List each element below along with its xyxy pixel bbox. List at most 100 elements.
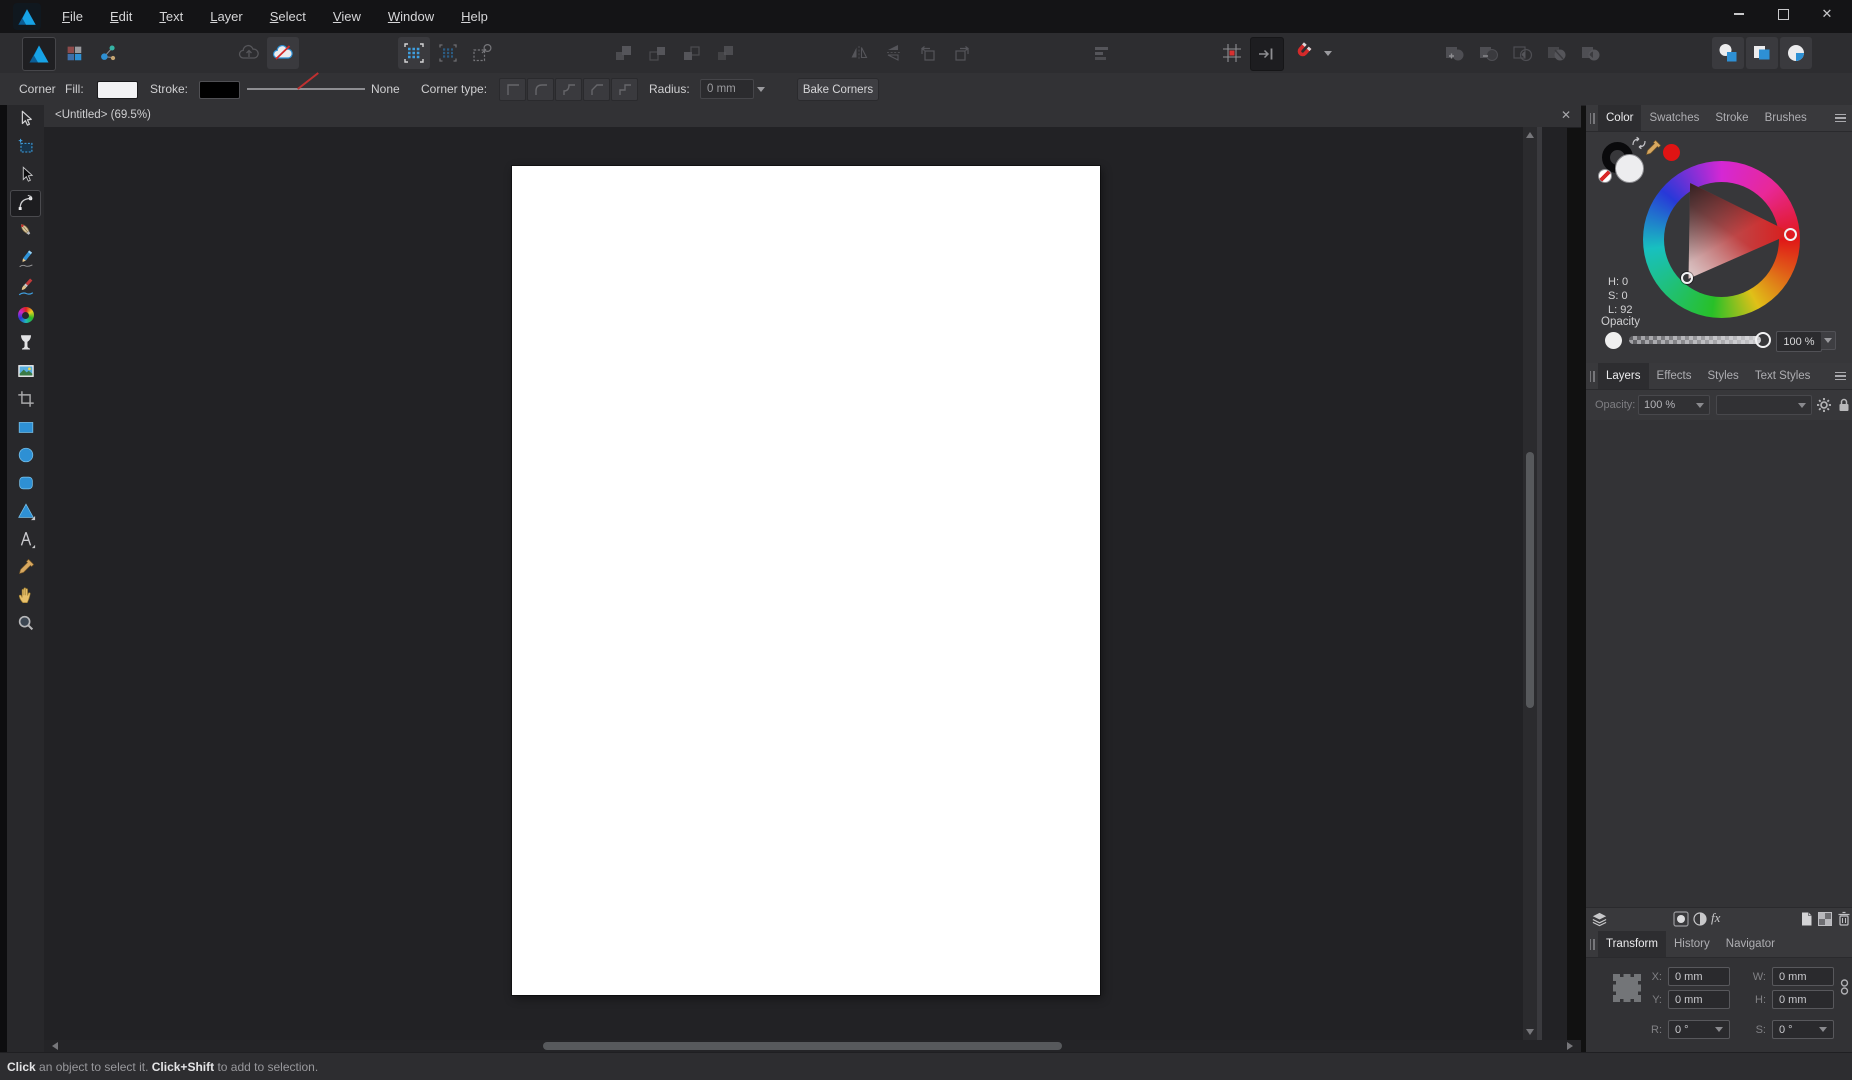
maximize-button[interactable] xyxy=(1772,4,1794,24)
corner-type-rounded-button[interactable] xyxy=(527,78,554,101)
w-input[interactable]: 0 mm xyxy=(1772,967,1834,986)
layers-list[interactable] xyxy=(1586,420,1852,907)
panel-drag-handle[interactable] xyxy=(1586,363,1598,389)
layers-stack-icon[interactable] xyxy=(1591,911,1608,928)
move-to-front-button[interactable] xyxy=(608,37,640,69)
scroll-right-icon[interactable] xyxy=(1567,1042,1573,1050)
radius-input[interactable]: 0 mm xyxy=(700,79,754,99)
transparency-tool[interactable] xyxy=(7,329,44,357)
corner-type-none-button[interactable] xyxy=(499,78,526,101)
bake-corners-button[interactable]: Bake Corners xyxy=(797,78,879,101)
scroll-left-icon[interactable] xyxy=(52,1042,58,1050)
h-input[interactable]: 0 mm xyxy=(1772,990,1834,1009)
color-picker-tool[interactable] xyxy=(7,553,44,581)
opacity-dropdown[interactable] xyxy=(1821,331,1836,350)
pencil-tool[interactable] xyxy=(7,245,44,273)
trash-icon[interactable] xyxy=(1837,911,1851,927)
scroll-up-icon[interactable] xyxy=(1526,132,1534,138)
panel-menu-icon[interactable] xyxy=(1828,105,1852,131)
color-marker[interactable] xyxy=(1681,272,1693,284)
transform-objects-separately-button[interactable] xyxy=(466,37,498,69)
artistic-text-tool[interactable] xyxy=(7,525,44,553)
panel-splitter[interactable] xyxy=(1537,127,1542,1040)
vector-crop-tool[interactable] xyxy=(7,385,44,413)
close-button[interactable]: ✕ xyxy=(1816,4,1838,24)
vertical-scroll-thumb[interactable] xyxy=(1526,452,1534,708)
pen-tool[interactable] xyxy=(7,217,44,245)
menu-layer[interactable]: Layer xyxy=(210,9,243,24)
rotate-counterclockwise-button[interactable] xyxy=(912,37,944,69)
tab-brushes[interactable]: Brushes xyxy=(1757,105,1815,131)
saturation-lightness-triangle[interactable] xyxy=(1688,182,1793,279)
no-color-swatch[interactable] xyxy=(1598,169,1612,183)
blend-mode-dropdown[interactable] xyxy=(1716,395,1812,415)
panel-menu-icon[interactable] xyxy=(1828,363,1852,389)
link-dimensions-icon[interactable] xyxy=(1840,978,1849,998)
artboard-tool[interactable] xyxy=(7,133,44,161)
rotate-clockwise-button[interactable] xyxy=(946,37,978,69)
alignment-button[interactable] xyxy=(1086,37,1118,69)
minimize-button[interactable] xyxy=(1728,4,1750,24)
menu-file[interactable]: File xyxy=(62,9,83,24)
fill-swatch[interactable] xyxy=(97,81,138,99)
vertical-scrollbar[interactable] xyxy=(1523,127,1537,1040)
panel-drag-handle[interactable] xyxy=(1586,931,1598,957)
boolean-add-button[interactable] xyxy=(1438,37,1470,69)
opacity-slider[interactable] xyxy=(1629,336,1761,344)
menu-edit[interactable]: Edit xyxy=(110,9,132,24)
tab-styles[interactable]: Styles xyxy=(1699,363,1746,389)
hue-marker[interactable] xyxy=(1784,228,1797,241)
hue-wheel[interactable] xyxy=(1643,161,1800,318)
corner-tool[interactable] xyxy=(7,189,44,217)
document-page[interactable] xyxy=(512,166,1100,995)
corner-type-cutout-button[interactable] xyxy=(611,78,638,101)
rectangle-tool[interactable] xyxy=(7,413,44,441)
export-persona-button[interactable] xyxy=(92,37,124,69)
view-tool[interactable] xyxy=(7,581,44,609)
ellipse-tool[interactable] xyxy=(7,441,44,469)
picked-color-swatch[interactable] xyxy=(1663,144,1680,161)
menu-window[interactable]: Window xyxy=(388,9,434,24)
opacity-value[interactable]: 100 % xyxy=(1776,331,1822,352)
insert-behind-button[interactable] xyxy=(1712,37,1744,69)
horizontal-scrollbar[interactable] xyxy=(44,1040,1581,1052)
rotation-dropdown[interactable]: 0 ° xyxy=(1668,1020,1730,1039)
move-tool[interactable] xyxy=(7,105,44,133)
tab-effects[interactable]: Effects xyxy=(1649,363,1700,389)
boolean-intersect-button[interactable] xyxy=(1506,37,1538,69)
tab-text-styles[interactable]: Text Styles xyxy=(1747,363,1819,389)
new-pattern-layer-icon[interactable] xyxy=(1817,911,1833,927)
menu-help[interactable]: Help xyxy=(461,9,488,24)
horizontal-scroll-thumb[interactable] xyxy=(543,1042,1062,1050)
mask-layer-icon[interactable] xyxy=(1673,911,1689,927)
menu-view[interactable]: View xyxy=(333,9,361,24)
panel-drag-handle[interactable] xyxy=(1586,105,1598,131)
insert-inside-button[interactable] xyxy=(1746,37,1778,69)
flip-horizontal-button[interactable] xyxy=(878,37,910,69)
zoom-tool[interactable] xyxy=(7,609,44,637)
fill-tool[interactable] xyxy=(7,301,44,329)
color-picker-icon[interactable] xyxy=(1643,138,1663,158)
boolean-combine-button[interactable] xyxy=(1574,37,1606,69)
menu-select[interactable]: Select xyxy=(270,9,306,24)
snapping-grid-manager-button[interactable] xyxy=(1216,37,1248,69)
flip-vertical-button[interactable] xyxy=(844,37,876,69)
move-by-whole-pixels-toggle[interactable] xyxy=(1250,37,1284,71)
snapping-toggle-button[interactable] xyxy=(1286,37,1318,69)
y-input[interactable]: 0 mm xyxy=(1668,990,1730,1009)
shear-dropdown[interactable]: 0 ° xyxy=(1772,1020,1834,1039)
triangle-tool[interactable] xyxy=(7,497,44,525)
tab-color[interactable]: Color xyxy=(1598,105,1642,131)
snapping-options-dropdown[interactable] xyxy=(1320,37,1335,69)
show-grid-button[interactable] xyxy=(398,37,430,69)
layer-opacity-dropdown[interactable]: 100 % xyxy=(1638,395,1710,415)
menu-text[interactable]: Text xyxy=(159,9,183,24)
move-forward-button[interactable] xyxy=(642,37,674,69)
tab-transform[interactable]: Transform xyxy=(1598,931,1666,957)
move-backward-button[interactable] xyxy=(676,37,708,69)
tab-stroke[interactable]: Stroke xyxy=(1707,105,1756,131)
adjustment-layer-icon[interactable] xyxy=(1692,911,1708,927)
corner-type-concave-button[interactable] xyxy=(555,78,582,101)
designer-persona-button[interactable] xyxy=(22,37,56,71)
canvas-viewport[interactable] xyxy=(44,127,1567,1040)
